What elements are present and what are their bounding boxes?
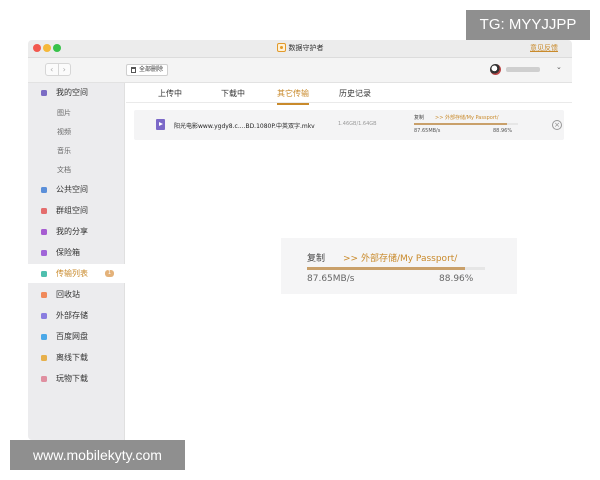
sidebar-item-label: 公共空间 [56, 185, 88, 194]
sidebar: 我的空间图片视频音乐文档公共空间群组空间我的分享保险箱传输列表 1 回收站外部存储百… [28, 83, 125, 440]
video-file-icon [156, 119, 165, 130]
group-space-icon [41, 207, 47, 214]
username[interactable] [506, 67, 540, 72]
transfer-percent: 88.96% [493, 128, 513, 134]
sidebar-item-label: 传输列表 [56, 269, 88, 278]
sidebar-item[interactable]: 群组空间 [28, 201, 125, 220]
transfer-destination: >> 外部存储/My Passport/ [435, 115, 499, 121]
tab-history[interactable]: 历史记录 [339, 88, 371, 99]
my-space-icon [41, 89, 47, 96]
sidebar-item[interactable]: 回收站 [28, 285, 125, 304]
wanwu-icon [41, 375, 47, 382]
share-icon [41, 228, 47, 235]
main-panel: 上传中 下载中 其它传输 历史记录 阳光电影www.ygdy8.c....BD.… [126, 83, 572, 440]
page: TG: MYYJJPP www.mobilekyty.com 数据守护者 意见反… [0, 0, 600, 480]
sidebar-item-label: 玩物下载 [56, 374, 88, 383]
transfer-speed: 87.65MB/s [414, 128, 441, 134]
sidebar-subitem[interactable]: 音乐 [57, 146, 71, 156]
sidebar-item[interactable]: 我的分享 [28, 222, 125, 241]
safe-icon [41, 249, 47, 256]
sidebar-item-label: 保险箱 [56, 248, 80, 257]
transfer-operation: 复制 [414, 115, 425, 121]
tab-uploading[interactable]: 上传中 [158, 88, 182, 99]
transfer-row[interactable]: 阳光电影www.ygdy8.c....BD.1080P.中英双字.mkv 1.4… [134, 110, 564, 140]
progress-bar [414, 123, 518, 125]
transfer-tabs: 上传中 下载中 其它传输 历史记录 [126, 83, 572, 105]
external-storage-icon [41, 312, 47, 319]
sidebar-item-label: 我的空间 [56, 88, 88, 97]
sidebar-item-label: 离线下载 [56, 353, 88, 362]
sidebar-item[interactable]: 传输列表 1 [28, 264, 125, 283]
zoomed-progress-callout: 复制 >> 外部存储/My Passport/ 87.65MB/s 88.96% [281, 238, 517, 294]
chevron-down-icon[interactable]: ⌄ [556, 63, 562, 71]
sidebar-item[interactable]: 离线下载 [28, 348, 125, 367]
nav-buttons: ‹ › [45, 63, 71, 76]
delete-all-label: 全部删除 [139, 66, 164, 73]
watermark-top: TG: MYYJJPP [466, 10, 590, 40]
trash-icon [131, 67, 136, 73]
app-logo-icon [276, 43, 286, 52]
toolbar: ‹ › 全部删除 ⌄ [28, 58, 572, 83]
transfer-icon [41, 270, 47, 277]
sidebar-item-label: 回收站 [56, 290, 80, 299]
avatar[interactable] [490, 64, 501, 75]
sidebar-item-label: 我的分享 [56, 227, 88, 236]
public-space-icon [41, 186, 47, 193]
sidebar-subitem[interactable]: 文档 [57, 165, 71, 175]
sidebar-item[interactable]: 百度网盘 [28, 327, 125, 346]
offline-download-icon [41, 354, 47, 361]
cancel-transfer-icon[interactable]: × [552, 120, 562, 130]
sidebar-item-label: 群组空间 [56, 206, 88, 215]
sidebar-item-label: 百度网盘 [56, 332, 88, 341]
progress-fill [414, 123, 507, 125]
zoom-progress-fill [307, 267, 466, 270]
sidebar-item[interactable]: 我的空间 [28, 83, 125, 102]
file-size: 1.46GB/1.64GB [338, 121, 377, 127]
sidebar-item[interactable]: 保险箱 [28, 243, 125, 262]
feedback-link[interactable]: 意见反馈 [530, 43, 558, 53]
zoom-percent: 88.96% [439, 274, 474, 284]
zoom-progress-bar [307, 267, 485, 270]
tab-downloading[interactable]: 下载中 [221, 88, 245, 99]
baidu-icon [41, 333, 47, 340]
forward-button[interactable]: › [59, 64, 71, 75]
title-bar: 数据守护者 意见反馈 [28, 40, 572, 58]
sidebar-item-label: 外部存储 [56, 311, 88, 320]
app-window: 数据守护者 意见反馈 ‹ › 全部删除 ⌄ 我的空间图片视频音乐文档公共空间群组… [28, 40, 572, 440]
sidebar-item[interactable]: 公共空间 [28, 180, 125, 199]
recycle-icon [41, 291, 47, 298]
tab-other-transfers[interactable]: 其它传输 [277, 88, 309, 105]
watermark-bottom: www.mobilekyty.com [10, 440, 185, 470]
transfer-count-badge: 1 [105, 270, 114, 277]
sidebar-subitem[interactable]: 视频 [57, 127, 71, 137]
sidebar-subitem[interactable]: 图片 [57, 108, 71, 118]
back-button[interactable]: ‹ [46, 64, 59, 75]
delete-all-button[interactable]: 全部删除 [126, 64, 169, 76]
window-title: 数据守护者 [28, 43, 572, 53]
sidebar-item[interactable]: 玩物下载 [28, 369, 125, 388]
zoom-destination: >> 外部存储/My Passport/ [343, 254, 458, 264]
file-name: 阳光电影www.ygdy8.c....BD.1080P.中英双字.mkv [174, 123, 315, 130]
zoom-operation: 复制 [307, 254, 326, 264]
sidebar-item[interactable]: 外部存储 [28, 306, 125, 325]
zoom-speed: 87.65MB/s [307, 274, 355, 284]
